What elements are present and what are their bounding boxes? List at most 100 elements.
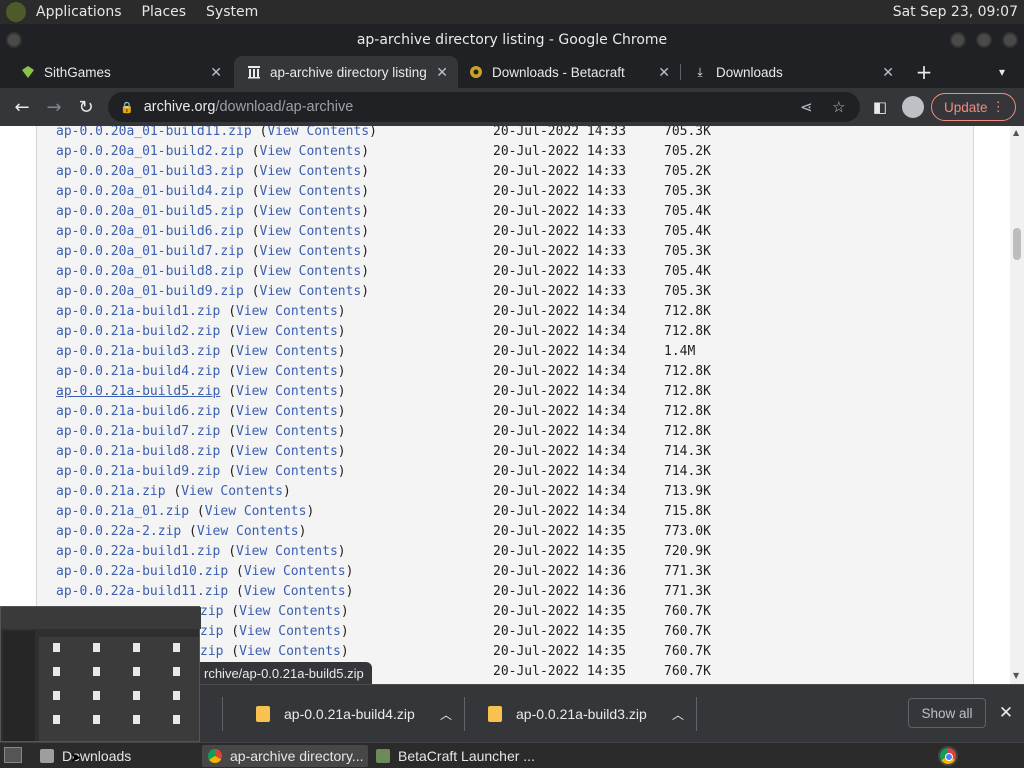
minimize-icon[interactable] xyxy=(950,32,966,48)
page-scrollbar[interactable]: ▲ ▼ xyxy=(1010,126,1024,684)
tab-sithgames[interactable]: SithGames ✕ xyxy=(8,56,232,88)
download-item[interactable]: ap-0.0.21a-build3.zip ︿ xyxy=(488,685,696,743)
file-link[interactable]: ap-0.0.21a-build7.zip xyxy=(56,424,220,439)
file-link[interactable]: zip xyxy=(200,624,223,639)
file-link[interactable]: ap-0.0.21a-build3.zip xyxy=(56,344,220,359)
window-menu-icon[interactable] xyxy=(6,32,22,48)
view-contents-link[interactable]: View Contents xyxy=(236,384,338,399)
view-contents-link[interactable]: View Contents xyxy=(236,364,338,379)
chevron-up-icon[interactable]: ︿ xyxy=(672,706,684,723)
close-tab-icon[interactable]: ✕ xyxy=(210,64,222,81)
file-link[interactable]: ap-0.0.21a_01.zip xyxy=(56,504,189,519)
taskbar-item-chrome[interactable]: ap-archive directory... xyxy=(202,745,368,767)
file-link[interactable]: ap-0.0.21a-build2.zip xyxy=(56,324,220,339)
view-contents-link[interactable]: View Contents xyxy=(236,444,338,459)
view-contents-link[interactable]: View Contents xyxy=(239,644,341,659)
update-button[interactable]: Update ⋮ xyxy=(931,93,1016,121)
file-link[interactable]: ap-0.0.21a-build5.zip xyxy=(56,384,220,399)
tab-betacraft-downloads[interactable]: Downloads - Betacraft ✕ xyxy=(456,56,681,88)
tab-downloads[interactable]: ⤓ Downloads ✕ xyxy=(680,56,904,88)
file-link[interactable]: ap-0.0.21a-build1.zip xyxy=(56,304,220,319)
view-contents-link[interactable]: View Contents xyxy=(260,144,362,159)
chevron-up-icon[interactable]: ︿ xyxy=(440,706,452,723)
file-manager-window-preview[interactable] xyxy=(0,606,201,742)
view-contents-link[interactable]: View Contents xyxy=(236,324,338,339)
file-link[interactable]: ap-0.0.20a_01-build7.zip xyxy=(56,244,244,259)
close-window-icon[interactable] xyxy=(1002,32,1018,48)
view-contents-link[interactable]: View Contents xyxy=(239,604,341,619)
close-tab-icon[interactable]: ✕ xyxy=(436,64,448,81)
view-contents-link[interactable]: View Contents xyxy=(181,484,283,499)
file-link[interactable]: ap-0.0.21a-build6.zip xyxy=(56,404,220,419)
profile-avatar[interactable] xyxy=(902,96,924,118)
show-all-downloads-button[interactable]: Show all xyxy=(908,698,986,728)
side-panel-icon[interactable]: ◧ xyxy=(866,93,894,121)
view-contents-link[interactable]: View Contents xyxy=(236,464,338,479)
view-contents-link[interactable]: View Contents xyxy=(236,544,338,559)
file-link[interactable]: ap-0.0.21a.zip xyxy=(56,484,166,499)
show-desktop-icon[interactable] xyxy=(4,747,22,763)
tab-search-chevron-icon[interactable]: ▾ xyxy=(990,56,1014,88)
forward-button[interactable]: → xyxy=(40,93,68,121)
view-contents-link[interactable]: View Contents xyxy=(260,244,362,259)
view-contents-link[interactable]: View Contents xyxy=(205,504,307,519)
address-bar[interactable]: 🔒 archive.org/download/ap-archive ⋖ ☆ xyxy=(108,92,860,122)
view-contents-link[interactable]: View Contents xyxy=(260,284,362,299)
view-contents-link[interactable]: View Contents xyxy=(260,204,362,219)
scroll-down-arrow-icon[interactable]: ▼ xyxy=(1013,671,1019,680)
close-tab-icon[interactable]: ✕ xyxy=(658,64,670,81)
file-link[interactable]: ap-0.0.20a_01-build3.zip xyxy=(56,164,244,179)
lock-icon[interactable]: 🔒 xyxy=(120,101,134,114)
file-link[interactable]: ap-0.0.21a-build8.zip xyxy=(56,444,220,459)
new-tab-button[interactable]: + xyxy=(912,56,936,88)
share-icon[interactable]: ⋖ xyxy=(800,98,813,116)
file-link[interactable]: zip xyxy=(200,644,223,659)
file-link[interactable]: ap-0.0.22a-build10.zip xyxy=(56,564,228,579)
view-contents-link[interactable]: View Contents xyxy=(236,344,338,359)
bookmark-star-icon[interactable]: ☆ xyxy=(832,98,845,116)
view-contents-link[interactable]: View Contents xyxy=(260,264,362,279)
file-link[interactable]: ap-0.0.21a-build9.zip xyxy=(56,464,220,479)
view-contents-link[interactable]: View Contents xyxy=(239,624,341,639)
file-link[interactable]: ap-0.0.20a_01-build4.zip xyxy=(56,184,244,199)
close-tab-icon[interactable]: ✕ xyxy=(882,64,894,81)
menu-places[interactable]: Places xyxy=(132,4,197,20)
back-button[interactable]: ← xyxy=(8,93,36,121)
view-contents-link[interactable]: View Contents xyxy=(244,584,346,599)
file-link[interactable]: ap-0.0.20a_01-build6.zip xyxy=(56,224,244,239)
file-link[interactable]: ap-0.0.22a-build11.zip xyxy=(56,584,228,599)
close-download-shelf-icon[interactable]: ✕ xyxy=(996,700,1016,726)
file-link[interactable]: ap-0.0.20a_01-build5.zip xyxy=(56,204,244,219)
tray-chrome-icon[interactable] xyxy=(938,746,958,766)
view-contents-link[interactable]: View Contents xyxy=(236,424,338,439)
file-link[interactable]: ap-0.0.22a-2.zip xyxy=(56,524,181,539)
taskbar-item-downloads[interactable]: Downloads xyxy=(34,745,198,767)
tab-ap-archive[interactable]: ap-archive directory listing ✕ xyxy=(234,56,458,88)
distro-logo-icon[interactable] xyxy=(6,2,26,22)
file-link[interactable]: ap-0.0.20a_01-build2.zip xyxy=(56,144,244,159)
clock[interactable]: Sat Sep 23, 09:07 xyxy=(893,4,1018,20)
view-contents-link[interactable]: View Contents xyxy=(260,184,362,199)
taskbar-item-betacraft[interactable]: BetaCraft Launcher ... xyxy=(370,745,536,767)
scroll-thumb[interactable] xyxy=(1013,228,1021,260)
maximize-icon[interactable] xyxy=(976,32,992,48)
view-contents-link[interactable]: View Contents xyxy=(260,164,362,179)
view-contents-link[interactable]: View Contents xyxy=(244,564,346,579)
file-link[interactable]: ap-0.0.21a-build4.zip xyxy=(56,364,220,379)
file-link[interactable]: ap-0.0.20a_01-build11.zip xyxy=(56,126,252,139)
view-contents-link[interactable]: View Contents xyxy=(267,126,369,139)
scroll-up-arrow-icon[interactable]: ▲ xyxy=(1013,128,1019,137)
reload-button[interactable]: ↻ xyxy=(72,93,100,121)
view-contents-link[interactable]: View Contents xyxy=(236,404,338,419)
file-link[interactable]: ap-0.0.22a-build1.zip xyxy=(56,544,220,559)
menu-applications[interactable]: Applications xyxy=(26,4,132,20)
view-contents-link[interactable]: View Contents xyxy=(197,524,299,539)
download-item[interactable]: ap-0.0.21a-build4.zip ︿ xyxy=(256,685,464,743)
menu-system[interactable]: System xyxy=(196,4,268,20)
file-link[interactable]: zip xyxy=(200,604,223,619)
view-contents-link[interactable]: View Contents xyxy=(236,304,338,319)
file-link[interactable]: ap-0.0.20a_01-build8.zip xyxy=(56,264,244,279)
window-titlebar[interactable]: ap-archive directory listing - Google Ch… xyxy=(0,24,1024,56)
view-contents-link[interactable]: View Contents xyxy=(260,224,362,239)
more-menu-icon[interactable]: ⋮ xyxy=(992,99,1006,115)
